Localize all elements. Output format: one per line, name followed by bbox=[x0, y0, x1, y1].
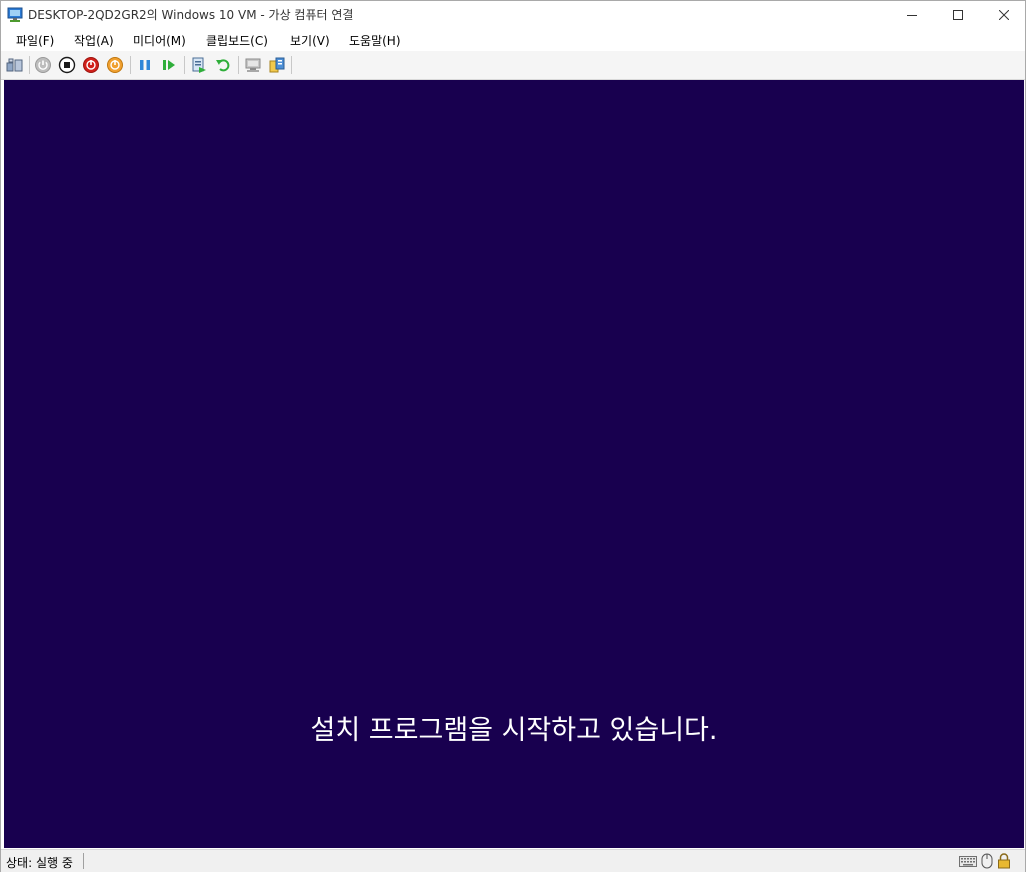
menu-file[interactable]: 파일(F) bbox=[16, 32, 54, 49]
toolbar-separator bbox=[291, 56, 292, 74]
turn-off-icon bbox=[58, 56, 76, 74]
status-separator bbox=[83, 853, 84, 869]
vm-connect-app-icon bbox=[7, 7, 23, 23]
shut-down-button[interactable] bbox=[82, 56, 100, 74]
pause-icon bbox=[140, 60, 150, 70]
toolbar-separator bbox=[29, 56, 30, 74]
maximize-button[interactable] bbox=[935, 1, 981, 29]
share-button[interactable] bbox=[268, 56, 286, 74]
checkpoint-icon bbox=[192, 57, 206, 73]
status-bar: 상태: 실행 중 bbox=[1, 849, 1025, 872]
status-text: 상태: 실행 중 bbox=[6, 856, 73, 870]
mouse-icon bbox=[981, 853, 993, 873]
menu-media[interactable]: 미디어(M) bbox=[133, 32, 186, 49]
start-button[interactable] bbox=[34, 56, 52, 74]
enhanced-session-icon bbox=[245, 58, 261, 72]
toolbar-separator bbox=[238, 56, 239, 74]
revert-button[interactable] bbox=[214, 56, 232, 74]
enhanced-session-button[interactable] bbox=[244, 56, 262, 74]
vm-connection-window: DESKTOP-2QD2GR2의 Windows 10 VM - 가상 컴퓨터 … bbox=[0, 0, 1026, 872]
shut-down-icon bbox=[83, 57, 99, 73]
toolbar-separator bbox=[184, 56, 185, 74]
start-icon bbox=[35, 57, 51, 73]
keyboard-icon bbox=[959, 853, 977, 872]
menu-bar: 파일(F) 작업(A) 미디어(M) 클립보드(C) 보기(V) 도움말(H) bbox=[1, 29, 1025, 51]
maximize-icon bbox=[953, 10, 963, 20]
minimize-button[interactable] bbox=[889, 1, 935, 29]
title-bar[interactable]: DESKTOP-2QD2GR2의 Windows 10 VM - 가상 컴퓨터 … bbox=[1, 1, 1025, 29]
setup-status-message: 설치 프로그램을 시작하고 있습니다. bbox=[310, 715, 718, 746]
resume-button[interactable] bbox=[160, 56, 178, 74]
minimize-icon bbox=[907, 15, 917, 16]
menu-action[interactable]: 작업(A) bbox=[74, 32, 114, 49]
ctrl-alt-del-button[interactable] bbox=[6, 56, 24, 74]
toolbar-separator bbox=[130, 56, 131, 74]
close-button[interactable] bbox=[981, 1, 1026, 29]
share-icon bbox=[269, 57, 285, 73]
turn-off-button[interactable] bbox=[58, 56, 76, 74]
lock-icon bbox=[997, 853, 1011, 873]
ctrl-alt-del-icon bbox=[6, 58, 23, 72]
revert-icon bbox=[216, 59, 230, 72]
menu-help[interactable]: 도움말(H) bbox=[349, 32, 401, 49]
resume-icon bbox=[163, 60, 175, 70]
window-title: DESKTOP-2QD2GR2의 Windows 10 VM - 가상 컴퓨터 … bbox=[28, 8, 354, 22]
menu-clipboard[interactable]: 클립보드(C) bbox=[206, 32, 268, 49]
save-button[interactable] bbox=[106, 56, 124, 74]
vm-display[interactable]: 설치 프로그램을 시작하고 있습니다. bbox=[4, 80, 1024, 848]
pause-button[interactable] bbox=[136, 56, 154, 74]
close-icon bbox=[999, 10, 1009, 20]
checkpoint-button[interactable] bbox=[190, 56, 208, 74]
toolbar bbox=[1, 51, 1025, 80]
menu-view[interactable]: 보기(V) bbox=[290, 32, 330, 49]
save-icon bbox=[107, 57, 123, 73]
